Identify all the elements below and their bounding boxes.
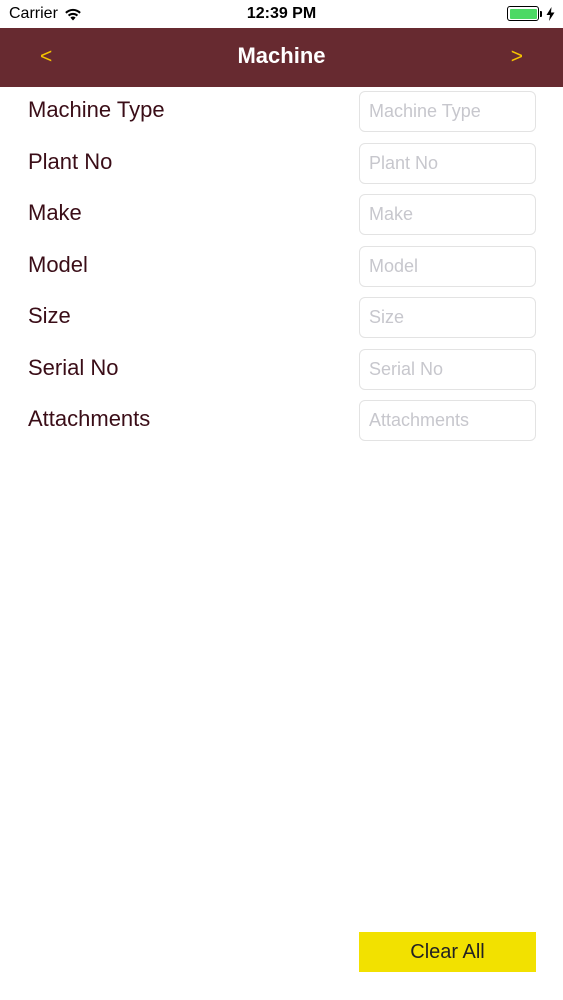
- attachments-label: Attachments: [28, 406, 151, 431]
- form-row-make: Make: [0, 194, 563, 236]
- make-label: Make: [28, 200, 82, 225]
- size-label: Size: [28, 303, 71, 328]
- model-input[interactable]: [359, 246, 536, 287]
- attachments-input[interactable]: [359, 400, 536, 441]
- battery-tip: [540, 10, 542, 17]
- form-row-attachments: Attachments: [0, 400, 563, 442]
- serial-no-input[interactable]: [359, 349, 536, 390]
- forward-button[interactable]: >: [511, 45, 523, 69]
- navigation-bar: < Machine >: [0, 28, 563, 87]
- form-row-plant-no: Plant No: [0, 143, 563, 185]
- size-input[interactable]: [359, 297, 536, 338]
- form-row-serial-no: Serial No: [0, 349, 563, 391]
- form-row-machine-type: Machine Type: [0, 91, 563, 133]
- page-title: Machine: [237, 43, 326, 68]
- plant-no-label: Plant No: [28, 149, 113, 174]
- form-row-size: Size: [0, 297, 563, 339]
- form-row-model: Model: [0, 246, 563, 288]
- status-right: [507, 6, 555, 21]
- status-time: 12:39 PM: [246, 5, 317, 22]
- clear-all-button[interactable]: Clear All: [359, 932, 536, 972]
- model-label: Model: [28, 252, 88, 277]
- charging-bolt-icon: [546, 6, 555, 21]
- battery-level: [509, 8, 537, 19]
- battery-icon: [507, 6, 539, 21]
- status-bar: Carrier 12:39 PM: [0, 0, 563, 28]
- make-input[interactable]: [359, 194, 536, 235]
- machine-type-input[interactable]: [359, 91, 536, 132]
- machine-type-label: Machine Type: [28, 97, 165, 122]
- serial-no-label: Serial No: [28, 355, 119, 380]
- plant-no-input[interactable]: [359, 143, 536, 184]
